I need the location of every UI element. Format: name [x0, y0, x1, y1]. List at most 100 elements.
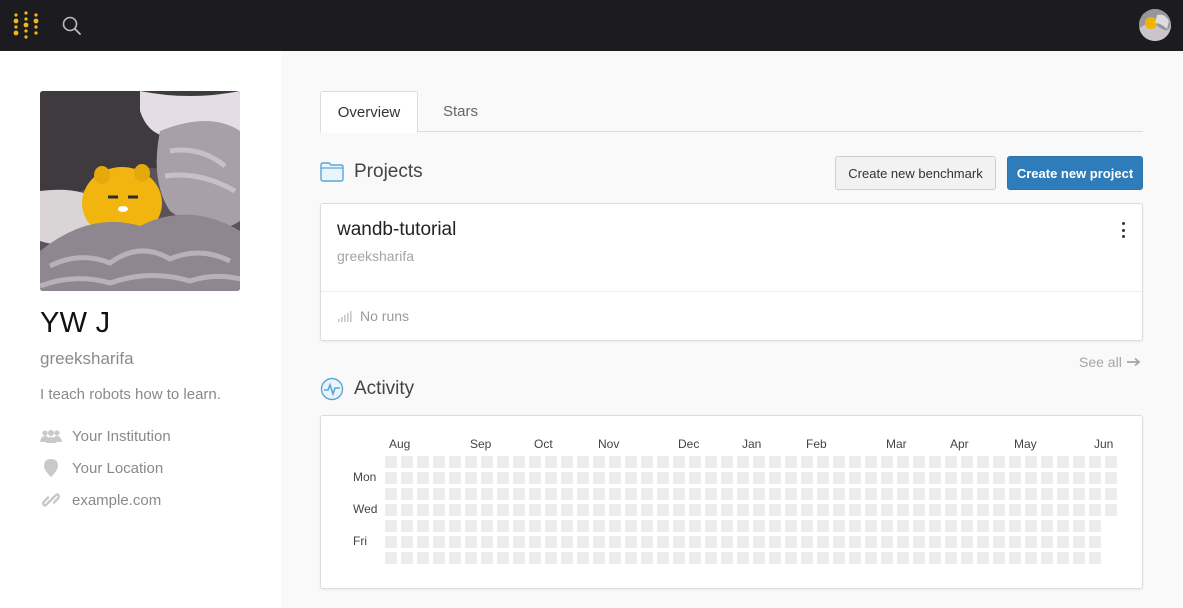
- project-name[interactable]: wandb-tutorial: [337, 219, 456, 241]
- activity-cell: [913, 488, 925, 500]
- activity-cell: [625, 520, 637, 532]
- profile-tabs: Overview Stars: [320, 91, 1143, 133]
- search-icon[interactable]: [61, 15, 83, 37]
- create-benchmark-button[interactable]: Create new benchmark: [835, 156, 996, 190]
- activity-cell: [657, 504, 669, 516]
- see-all-link[interactable]: See all: [1079, 354, 1141, 370]
- activity-cell: [849, 520, 861, 532]
- activity-cell: [961, 520, 973, 532]
- activity-cell: [993, 488, 1005, 500]
- activity-cell: [497, 456, 509, 468]
- activity-cell: [1089, 504, 1101, 516]
- activity-cell: [785, 488, 797, 500]
- kebab-menu-icon[interactable]: [1118, 222, 1128, 238]
- activity-cell: [593, 472, 605, 484]
- runs-status: No runs: [338, 308, 409, 324]
- arrow-right-icon: [1126, 357, 1141, 367]
- activity-cell: [497, 536, 509, 548]
- activity-cell: [593, 504, 605, 516]
- activity-cell: [673, 488, 685, 500]
- activity-cell: [705, 488, 717, 500]
- activity-cell: [817, 472, 829, 484]
- activity-cell: [961, 536, 973, 548]
- activity-cell: [801, 552, 813, 564]
- website-row[interactable]: example.com: [40, 489, 161, 511]
- activity-cell: [481, 456, 493, 468]
- activity-cell: [385, 488, 397, 500]
- activity-cell: [625, 552, 637, 564]
- user-avatar[interactable]: [1139, 9, 1171, 41]
- tab-overview[interactable]: Overview: [320, 91, 418, 133]
- month-label: Apr: [950, 437, 969, 451]
- activity-cell: [801, 488, 813, 500]
- month-label: Oct: [534, 437, 553, 451]
- activity-cell: [529, 456, 541, 468]
- activity-cell: [641, 472, 653, 484]
- activity-cell: [785, 520, 797, 532]
- activity-cell: [401, 504, 413, 516]
- activity-cell: [497, 488, 509, 500]
- institution-text: Your Institution: [72, 427, 171, 445]
- month-label: Nov: [598, 437, 620, 451]
- activity-cell: [561, 520, 573, 532]
- activity-cell: [1025, 504, 1037, 516]
- institution-row[interactable]: Your Institution: [40, 425, 171, 447]
- activity-cell: [673, 504, 685, 516]
- month-label: Aug: [389, 437, 411, 451]
- activity-cell: [497, 504, 509, 516]
- activity-cell: [1073, 456, 1085, 468]
- website-link[interactable]: example.com: [72, 492, 161, 509]
- activity-cell: [449, 456, 461, 468]
- day-label: Mon: [353, 470, 377, 484]
- location-row[interactable]: Your Location: [40, 457, 163, 479]
- bar-chart-icon: [338, 310, 354, 322]
- activity-cell: [1025, 520, 1037, 532]
- wandb-logo-icon[interactable]: [12, 11, 40, 39]
- activity-cell: [977, 520, 989, 532]
- activity-cell: [1057, 536, 1069, 548]
- activity-cell: [881, 504, 893, 516]
- activity-cell: [705, 504, 717, 516]
- activity-cell: [897, 536, 909, 548]
- location-text: Your Location: [72, 459, 164, 477]
- activity-cell: [753, 472, 765, 484]
- day-label: Wed: [353, 502, 378, 516]
- activity-cell: [433, 536, 445, 548]
- activity-cell: [769, 456, 781, 468]
- activity-cell: [1089, 520, 1101, 532]
- day-label: Fri: [353, 534, 367, 548]
- activity-cell: [497, 472, 509, 484]
- profile-bio: I teach robots how to learn.: [40, 386, 221, 403]
- activity-cell: [993, 552, 1005, 564]
- activity-cell: [1073, 520, 1085, 532]
- tab-stars[interactable]: Stars: [428, 91, 493, 132]
- activity-cell: [849, 488, 861, 500]
- activity-cell: [977, 536, 989, 548]
- month-label: Jan: [742, 437, 762, 451]
- activity-cell: [785, 504, 797, 516]
- activity-cell: [625, 536, 637, 548]
- activity-cell: [609, 472, 621, 484]
- activity-cell: [945, 504, 957, 516]
- activity-cell: [849, 552, 861, 564]
- top-navbar: [0, 0, 1183, 51]
- activity-cell: [1073, 504, 1085, 516]
- activity-cell: [1009, 488, 1021, 500]
- activity-cell: [817, 536, 829, 548]
- activity-cell: [385, 520, 397, 532]
- activity-cell: [1025, 456, 1037, 468]
- activity-cell: [529, 520, 541, 532]
- activity-cell: [529, 472, 541, 484]
- activity-cell: [657, 488, 669, 500]
- activity-cell: [1057, 520, 1069, 532]
- activity-cell: [1041, 536, 1053, 548]
- map-pin-icon: [40, 459, 62, 477]
- activity-cell: [913, 520, 925, 532]
- project-card[interactable]: wandb-tutorial greeksharifa No runs: [320, 203, 1143, 341]
- activity-cell: [929, 520, 941, 532]
- activity-cell: [705, 456, 717, 468]
- activity-cell: [449, 552, 461, 564]
- activity-cell: [593, 488, 605, 500]
- activity-cell: [577, 488, 589, 500]
- create-project-button[interactable]: Create new project: [1007, 156, 1143, 190]
